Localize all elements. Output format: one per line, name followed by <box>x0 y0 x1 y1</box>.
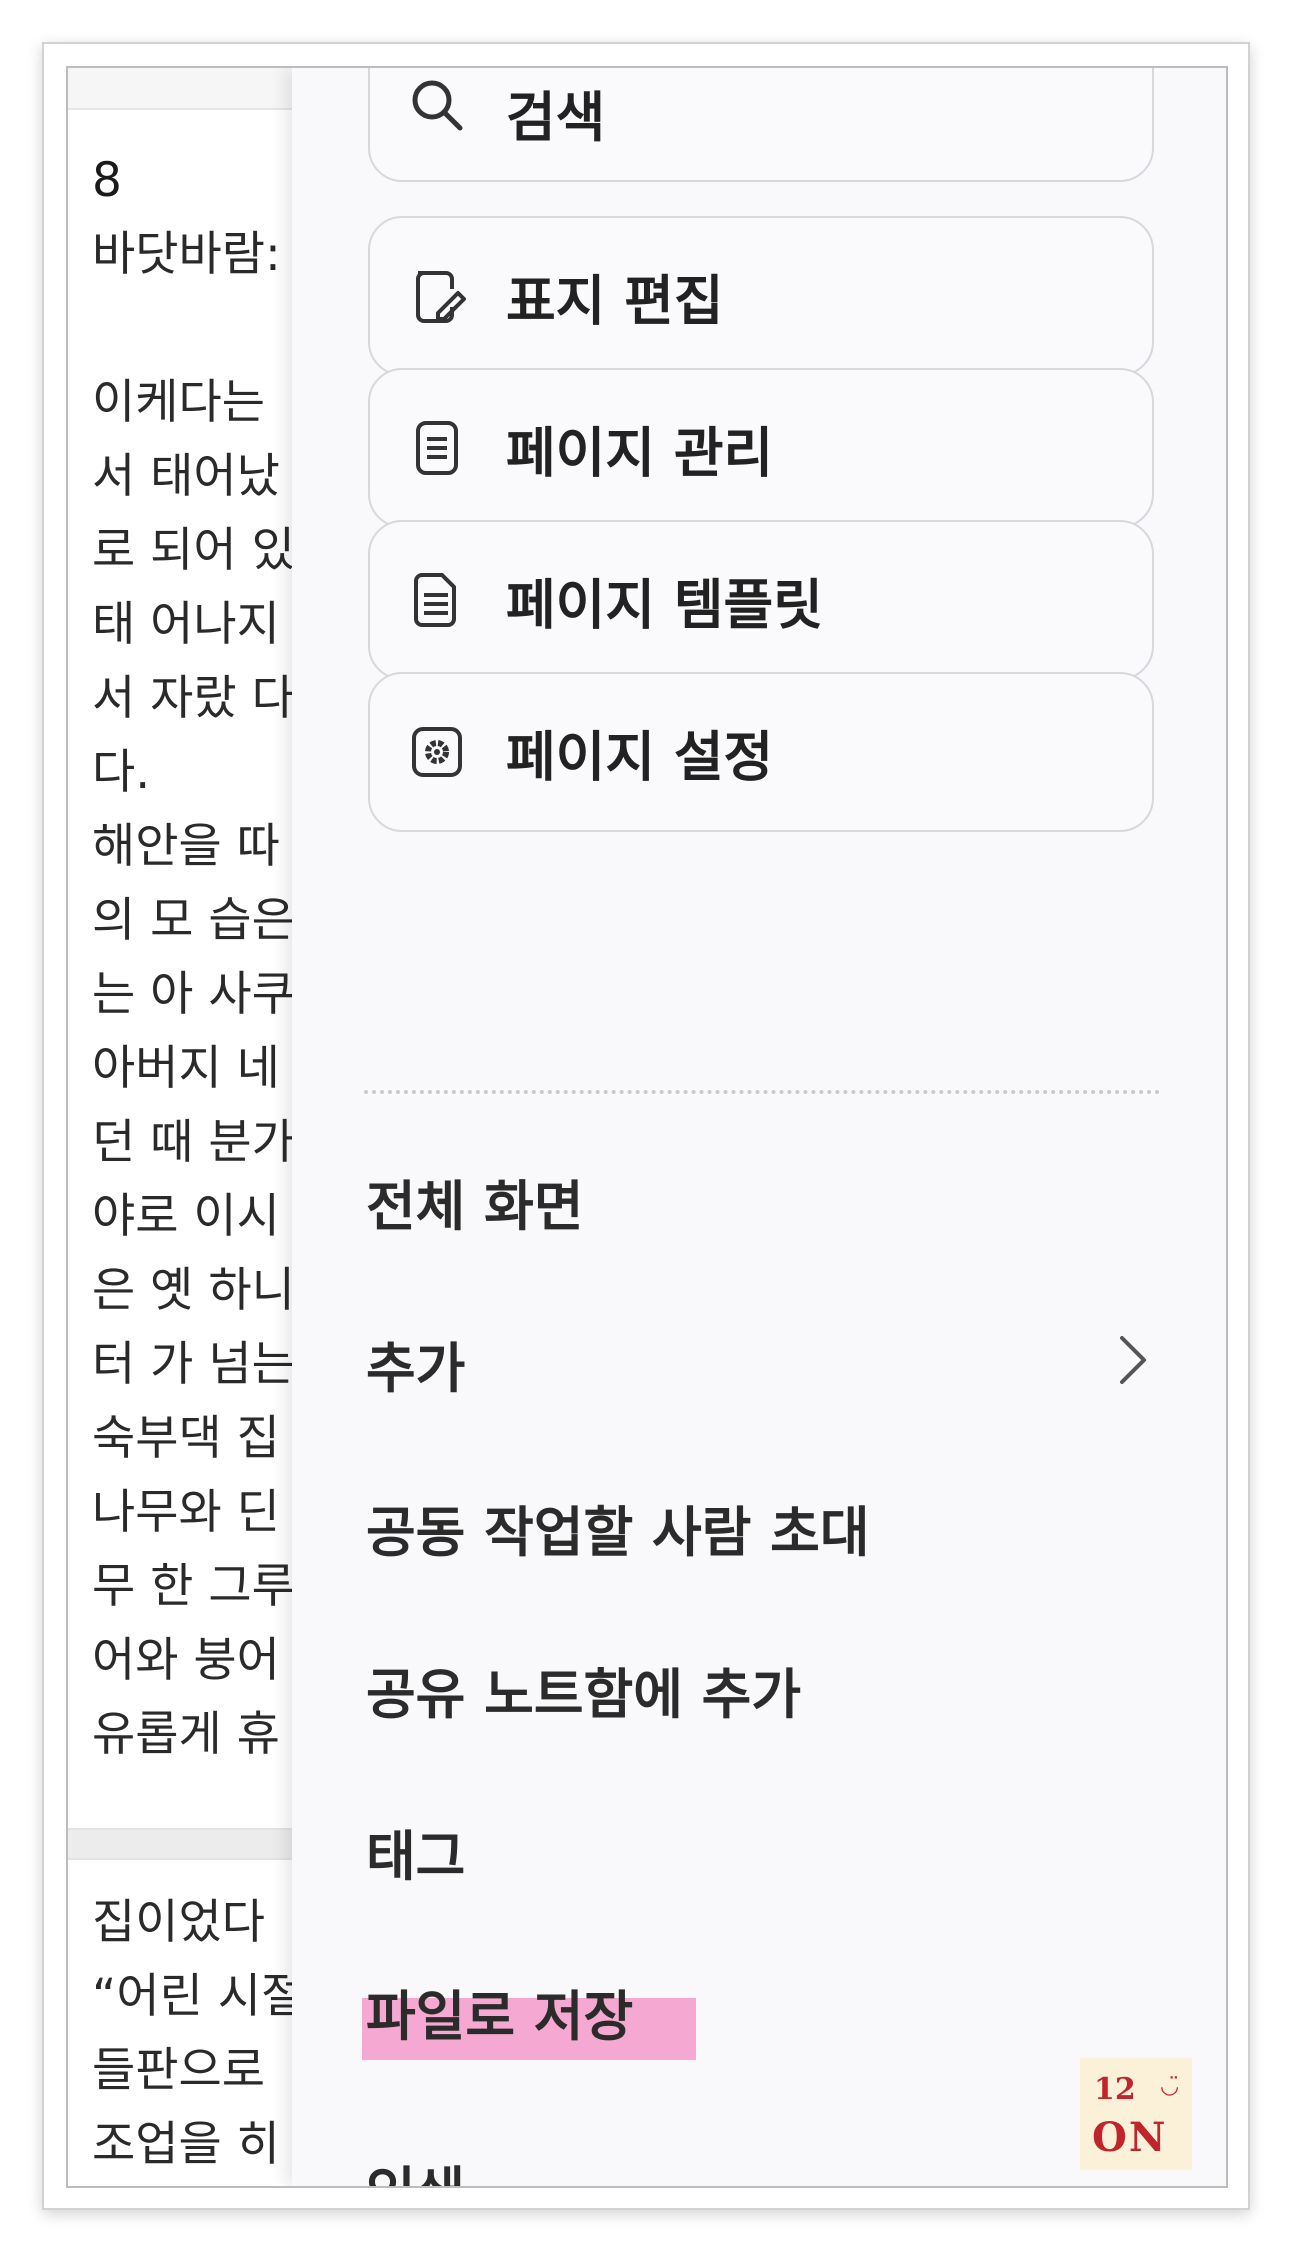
screenshot-frame: 8 바닷바람: 이케다는 서 태어났 로 되어 있태 어나지 서 자랐 다 다. 해안을 … <box>42 42 1250 2210</box>
page-divider <box>68 1828 328 1860</box>
note-page-background[interactable]: 8 바닷바람: 이케다는 서 태어났 로 되어 있태 어나지 서 자랐 다 다. 해안을 … <box>68 68 328 2186</box>
watermark-logo: 12 ◡̈ ON <box>1080 2058 1192 2170</box>
page-template-label: 페이지 템플릿 <box>506 573 823 637</box>
menu-item-invite-collaborators[interactable]: 공동 작업할 사람 초대 <box>366 1488 870 1567</box>
menu-separator <box>364 1090 1160 1094</box>
page-settings-label: 페이지 설정 <box>506 725 774 789</box>
cover-edit-button[interactable]: 표지 편집 <box>368 216 1154 376</box>
menu-item-tags[interactable]: 태그 <box>366 1812 465 1891</box>
search-button[interactable]: 검색 <box>368 68 1154 182</box>
note-top-strip <box>68 68 328 110</box>
page-settings-icon <box>412 727 462 777</box>
page-settings-button[interactable]: 페이지 설정 <box>368 672 1154 832</box>
page-manage-button[interactable]: 페이지 관리 <box>368 368 1154 528</box>
search-icon <box>412 80 463 131</box>
chevron-right-icon <box>1120 1336 1146 1384</box>
screen: 8 바닷바람: 이케다는 서 태어났 로 되어 있태 어나지 서 자랐 다 다. 해안을 … <box>66 66 1228 2188</box>
menu-item-save-as-file[interactable]: 파일로 저장 <box>366 1972 633 2051</box>
page-manage-label: 페이지 관리 <box>506 421 774 485</box>
logo-text-top: 12 <box>1094 2072 1136 2107</box>
side-menu-panel: 검색 표지 편집 페이지 관리 페이지 템플릿 페이지 설정 전체 화면 추가 … <box>292 68 1226 2186</box>
menu-item-fullscreen[interactable]: 전체 화면 <box>366 1162 584 1241</box>
menu-item-add-to-shared-notebook[interactable]: 공유 노트함에 추가 <box>366 1650 801 1729</box>
menu-item-add[interactable]: 추가 <box>366 1324 465 1403</box>
cover-edit-label: 표지 편집 <box>506 269 724 333</box>
search-label: 검색 <box>506 86 606 149</box>
logo-smile: ◡̈ <box>1160 2074 1180 2099</box>
page-template-icon <box>414 573 456 627</box>
logo-text-bottom: ON <box>1092 2114 1168 2161</box>
menu-item-print[interactable]: 인쇄 <box>366 2148 465 2186</box>
cover-edit-icon <box>416 271 466 323</box>
page-manage-icon <box>416 421 458 475</box>
page-template-button[interactable]: 페이지 템플릿 <box>368 520 1154 680</box>
